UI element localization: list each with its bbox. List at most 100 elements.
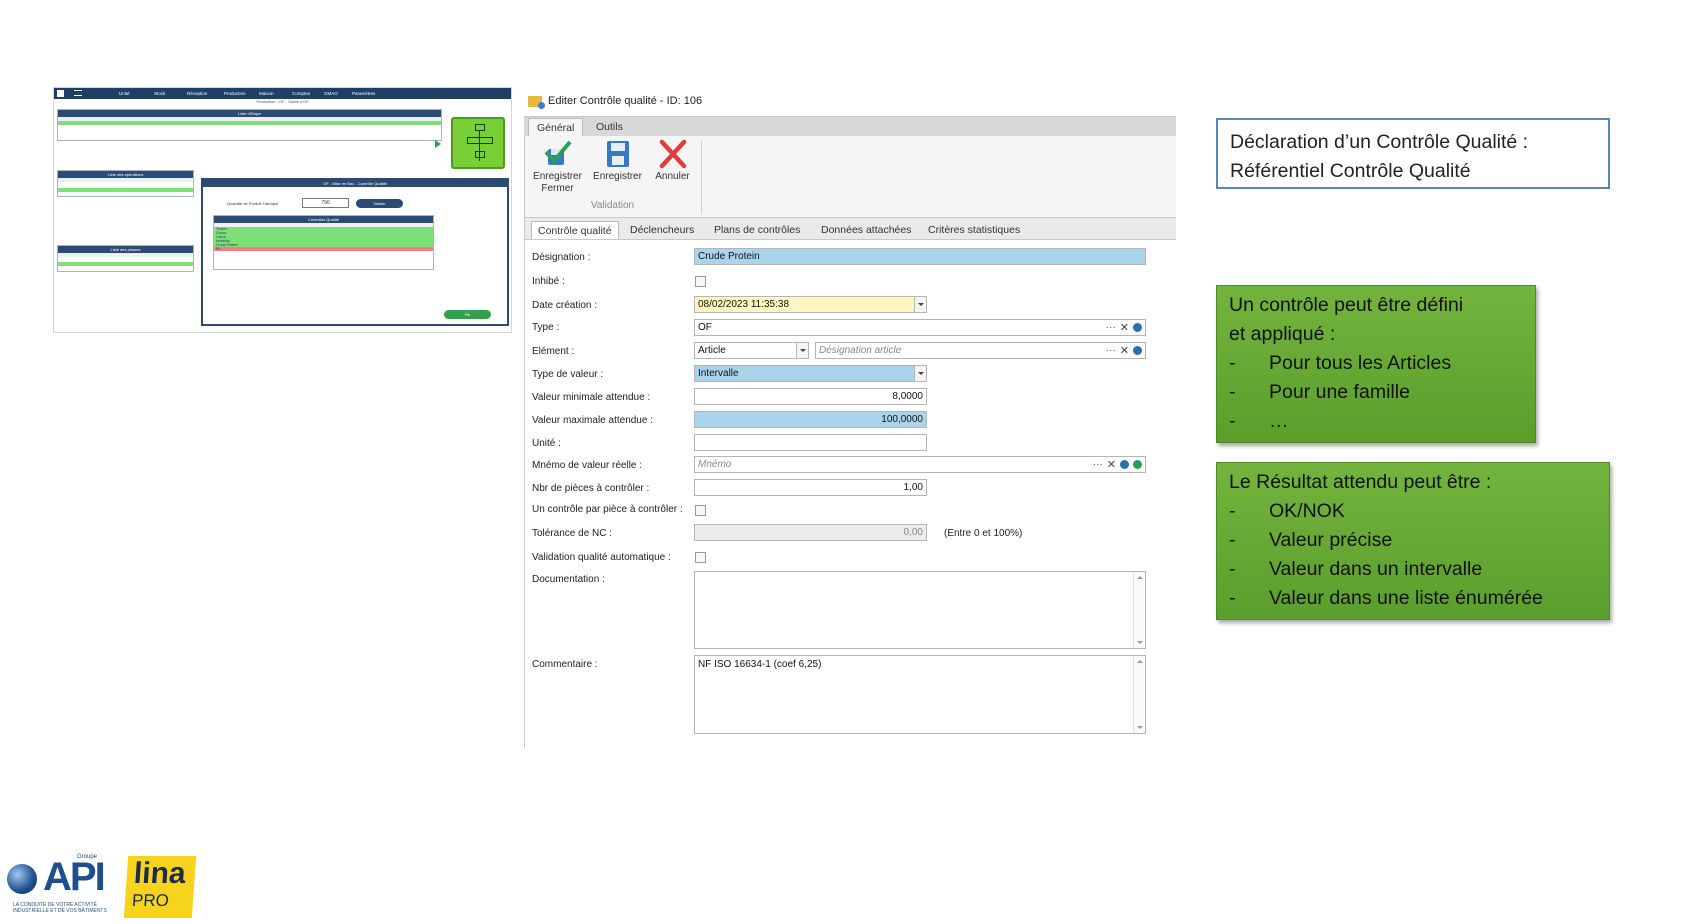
documentation-textarea[interactable]: [694, 571, 1146, 649]
ellipsis-icon[interactable]: ···: [1093, 457, 1103, 472]
type-valeur-select[interactable]: Intervalle: [694, 365, 927, 382]
commentaire-textarea[interactable]: NF ISO 16634-1 (coef 6,25): [694, 655, 1146, 734]
valeur-max-label: Valeur maximale attendue :: [532, 415, 653, 426]
clear-icon[interactable]: ✕: [1120, 345, 1129, 356]
thumb-nav-item: Paramètres: [352, 91, 376, 96]
valeur-min-label: Valeur minimale attendue :: [532, 392, 651, 403]
ellipsis-icon[interactable]: ···: [1106, 320, 1116, 335]
save-button[interactable]: Enregistrer: [590, 139, 645, 183]
thumb-nav-item: Comptes: [292, 91, 311, 96]
valeur-min-input[interactable]: 8,0000: [694, 388, 927, 405]
designation-article-input[interactable]: Désignation article ··· ✕: [815, 342, 1146, 359]
tab-criteres-statistiques[interactable]: Critères statistiques: [922, 221, 1026, 239]
valeur-max-input[interactable]: 100,0000: [694, 411, 927, 428]
mnemo-placeholder: Mnémo: [698, 459, 732, 470]
ribbon-tabs: Général Outils: [524, 116, 1176, 137]
menu-icon: [74, 90, 82, 96]
unite-input[interactable]: [694, 434, 927, 451]
save-close-button[interactable]: Enregistrer Fermer: [530, 139, 585, 195]
ellipsis-icon[interactable]: ···: [1106, 343, 1116, 358]
tolerance-label: Tolérance de NC :: [532, 528, 613, 539]
element-select[interactable]: Article: [694, 342, 809, 359]
date-creation-value: 08/02/2023 11:35:38: [698, 299, 790, 310]
documentation-label: Documentation :: [532, 574, 605, 585]
thumb-row: [58, 188, 193, 192]
app-thumbnail-screenshot: Unité Stock Réception Production Maison …: [53, 87, 512, 333]
thumb-panel-title: Liste des phases: [58, 246, 193, 253]
thumb-row: [58, 121, 441, 125]
element-value: Article: [698, 345, 726, 356]
thumb-quantite-label: Quantité de Produit Fabriqué: [227, 201, 279, 206]
slide-title-line: Déclaration d’un Contrôle Qualité :: [1230, 131, 1529, 153]
tab-general[interactable]: Général: [528, 118, 584, 137]
callout-bullet: - Pour une famille: [1229, 381, 1410, 403]
clear-icon[interactable]: ✕: [1107, 459, 1116, 470]
clear-icon[interactable]: ✕: [1120, 322, 1129, 333]
save-close-label: Enregistrer Fermer: [533, 171, 582, 194]
designation-input[interactable]: Crude Protein: [694, 248, 1146, 265]
type-input[interactable]: OF ··· ✕: [694, 319, 1146, 336]
lina-pro-logo: lina PRO: [123, 856, 197, 918]
thumb-nav-item: Réception: [187, 91, 208, 96]
chevron-down-icon[interactable]: [914, 366, 926, 381]
thumb-liste-phases: Liste des phases: [57, 245, 194, 272]
date-creation-label: Date création :: [532, 300, 598, 311]
dialog-title: Editer Contrôle qualité - ID: 106: [548, 95, 703, 107]
thumb-panel-title: Liste d'Etape: [58, 110, 441, 117]
goto-arrow-icon[interactable]: [1133, 323, 1142, 332]
nbr-pieces-input[interactable]: 1,00: [694, 479, 927, 496]
controle-par-piece-checkbox[interactable]: [695, 505, 706, 516]
thumb-nav-item: GMAO: [324, 91, 338, 96]
dialog-title-bar: Editer Contrôle qualité - ID: 106: [528, 92, 702, 110]
chevron-down-icon[interactable]: [796, 343, 808, 358]
inhibe-checkbox[interactable]: [695, 276, 706, 287]
thumb-valider-button: Valider: [356, 199, 403, 208]
scrollbar[interactable]: [1133, 572, 1145, 648]
thumb-nav-item: Unité: [119, 91, 130, 96]
cancel-label: Annuler: [655, 171, 690, 182]
goto-arrow-icon[interactable]: [1133, 346, 1142, 355]
thumb-nav-item: Maison: [259, 91, 274, 96]
goto-arrow-icon[interactable]: [1120, 460, 1129, 469]
add-icon[interactable]: [1133, 460, 1142, 469]
validation-auto-label: Validation qualité automatique :: [532, 552, 671, 563]
date-creation-input[interactable]: 08/02/2023 11:35:38: [694, 296, 927, 313]
thumb-controle-panel: OF - Mise en Bac - Contrôle Qualité Quan…: [201, 178, 509, 326]
type-valeur-value: Intervalle: [698, 368, 739, 379]
scrollbar[interactable]: [1133, 656, 1145, 733]
validation-auto-checkbox[interactable]: [695, 552, 706, 563]
thumb-row: [58, 253, 193, 257]
element-label: Elément :: [532, 346, 575, 357]
thumb-row: [58, 262, 193, 266]
mnemo-input[interactable]: Mnémo ··· ✕: [694, 456, 1146, 473]
play-icon: [435, 140, 441, 148]
type-label: Type :: [532, 322, 560, 333]
quality-control-form: Désignation : Crude Protein Inhibé : Dat…: [524, 240, 1176, 748]
type-actions: ··· ✕: [1106, 320, 1142, 335]
thumbnail-navbar: Unité Stock Réception Production Maison …: [54, 88, 511, 99]
flowchart-icon: [451, 117, 505, 169]
cancel-button[interactable]: Annuler: [650, 139, 695, 183]
element-actions: ··· ✕: [1106, 343, 1142, 358]
callout-bullet: - OK/NOK: [1229, 500, 1345, 522]
tab-plans-de-controles[interactable]: Plans de contrôles: [708, 221, 806, 239]
callout-intro-line: Le Résultat attendu peut être :: [1229, 471, 1492, 493]
thumb-row: [58, 178, 193, 182]
thumb-panel-title: OF - Mise en Bac - Contrôle Qualité: [203, 180, 507, 187]
tab-controle-qualite[interactable]: Contrôle qualité: [531, 221, 619, 239]
api-tagline: LA CONDUITE DE VOTRE ACTIVITÉ INDUSTRIEL…: [13, 902, 107, 914]
tab-declencheurs[interactable]: Déclencheurs: [624, 221, 700, 239]
tab-donnees-attachees[interactable]: Données attachées: [815, 221, 917, 239]
callout-bullet: - Valeur précise: [1229, 529, 1393, 551]
thumb-controles-table: Contrôles Qualité Texture Colour Odour H…: [213, 215, 434, 270]
tab-outils[interactable]: Outils: [588, 118, 631, 137]
cancel-x-icon: [658, 139, 688, 169]
globe-icon: [7, 864, 37, 894]
thumb-liste-operations: Liste des opérations: [57, 170, 194, 197]
save-label: Enregistrer: [593, 171, 642, 182]
thumb-nav-item: Production: [224, 91, 246, 96]
tolerance-input[interactable]: 0,00: [694, 524, 927, 541]
commentaire-label: Commentaire :: [532, 659, 598, 670]
chevron-down-icon[interactable]: [914, 297, 926, 312]
slide-title-box: Déclaration d’un Contrôle Qualité : Réfé…: [1216, 118, 1610, 189]
